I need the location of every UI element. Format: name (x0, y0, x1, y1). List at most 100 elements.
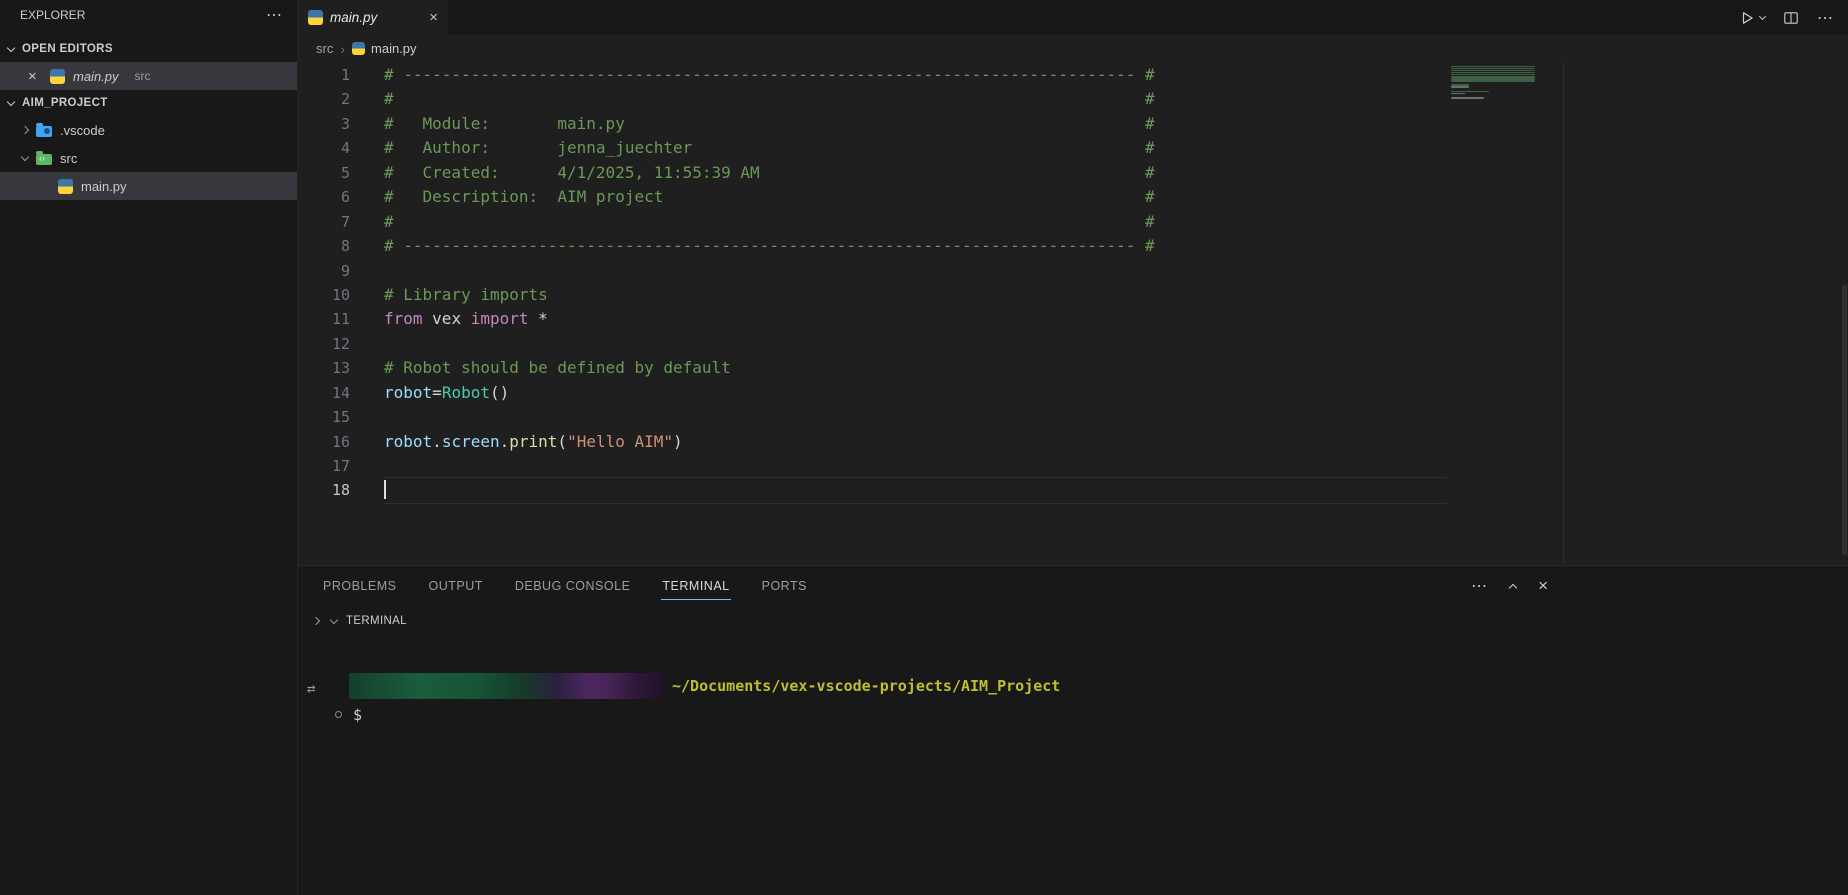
minimap[interactable] (1449, 65, 1545, 103)
panel-maximize-icon[interactable] (1509, 584, 1517, 592)
code-text[interactable]: # Module: main.py # (384, 112, 1155, 136)
panel-tab-output[interactable]: OUTPUT (427, 576, 483, 596)
chevron-down-icon (7, 43, 15, 51)
line-number[interactable]: 1 (298, 63, 350, 87)
editor-more-actions-icon[interactable]: ⋯ (1817, 8, 1834, 28)
terminal-device-sync-icon[interactable]: ⇄ (307, 681, 315, 697)
run-python-file-button[interactable] (1739, 10, 1765, 26)
line-number[interactable]: 4 (298, 136, 350, 160)
line-number[interactable]: 18 (298, 478, 350, 502)
code-text[interactable]: # # (384, 210, 1155, 234)
tree-item-mainpy-selected[interactable]: main.py (0, 172, 297, 200)
code-line[interactable]: 14 robot=Robot() (298, 381, 1848, 405)
scrollbar-thumb[interactable] (1842, 285, 1847, 555)
line-number[interactable]: 13 (298, 356, 350, 380)
close-icon[interactable]: × (429, 9, 438, 26)
line-number[interactable]: 6 (298, 185, 350, 209)
panel-tab-problems[interactable]: PROBLEMS (322, 576, 397, 596)
project-section-header[interactable]: AIM_PROJECT (0, 90, 297, 116)
code-line[interactable]: 17 (298, 454, 1848, 478)
code-text[interactable]: # Created: 4/1/2025, 11:55:39 AM # (384, 161, 1155, 185)
tab-label: main.py (330, 10, 377, 25)
line-number[interactable]: 11 (298, 307, 350, 331)
open-editor-filename: main.py (73, 69, 119, 84)
chevron-right-icon[interactable] (312, 617, 320, 625)
code-line[interactable]: 10 # Library imports (298, 283, 1848, 307)
code-text[interactable]: # Description: AIM project # (384, 185, 1155, 209)
code-line[interactable]: 15 (298, 405, 1848, 429)
line-number[interactable]: 8 (298, 234, 350, 258)
breadcrumb-folder[interactable]: src (316, 41, 333, 56)
line-number[interactable]: 2 (298, 87, 350, 111)
tree-item-src[interactable]: src (0, 144, 297, 172)
terminal-section-header: TERMINAL (298, 606, 1848, 636)
panel-tab-terminal[interactable]: TERMINAL (661, 576, 730, 596)
split-editor-icon[interactable] (1783, 10, 1799, 26)
explorer-more-icon[interactable]: ⋯ (266, 5, 283, 25)
code-text[interactable]: # Robot should be defined by default (384, 356, 731, 380)
code-line[interactable]: 7 # # (298, 210, 1848, 234)
line-number[interactable]: 3 (298, 112, 350, 136)
line-number[interactable]: 15 (298, 405, 350, 429)
code-text[interactable] (384, 478, 1447, 502)
code-line[interactable]: 2 # # (298, 87, 1848, 111)
code-line[interactable]: 12 (298, 332, 1848, 356)
close-icon[interactable]: × (28, 68, 42, 85)
line-number[interactable]: 12 (298, 332, 350, 356)
line-number[interactable]: 10 (298, 283, 350, 307)
code-text[interactable]: robot.screen.print("Hello AIM") (384, 430, 683, 454)
line-number[interactable]: 16 (298, 430, 350, 454)
tab-mainpy[interactable]: main.py × (298, 0, 448, 35)
code-text[interactable]: # --------------------------------------… (384, 234, 1155, 258)
minimap-line (1451, 86, 1469, 88)
code-text[interactable]: from vex import * (384, 307, 548, 331)
code-line[interactable]: 16 robot.screen.print("Hello AIM") (298, 430, 1848, 454)
terminal-banner-line: ~/Documents/vex-vscode-projects/AIM_Proj… (349, 673, 1848, 699)
code-line[interactable]: 5 # Created: 4/1/2025, 11:55:39 AM # (298, 161, 1848, 185)
panel-tab-ports[interactable]: PORTS (761, 576, 808, 596)
line-number[interactable]: 17 (298, 454, 350, 478)
line-number[interactable]: 9 (298, 259, 350, 283)
command-decoration-icon[interactable] (335, 711, 342, 718)
terminal-prompt-line[interactable]: $ (298, 704, 1848, 726)
breadcrumb-separator: › (340, 41, 345, 57)
code-text[interactable]: robot=Robot() (384, 381, 509, 405)
open-editor-item-mainpy[interactable]: × main.py src (0, 62, 297, 90)
vex-banner-graphic (349, 673, 663, 699)
terminal-cwd-path: ~/Documents/vex-vscode-projects/AIM_Proj… (672, 677, 1060, 695)
code-text[interactable]: # --------------------------------------… (384, 63, 1155, 87)
code-line[interactable]: 18 (298, 478, 1848, 502)
python-file-icon (50, 69, 65, 84)
panel-close-icon[interactable]: × (1538, 576, 1548, 596)
code-text[interactable]: # Library imports (384, 283, 548, 307)
line-number[interactable]: 7 (298, 210, 350, 234)
panel-tab-debug-console[interactable]: DEBUG CONSOLE (514, 576, 632, 596)
code-line[interactable]: 9 (298, 259, 1848, 283)
code-line[interactable]: 4 # Author: jenna_juechter # (298, 136, 1848, 160)
line-number[interactable]: 14 (298, 381, 350, 405)
chevron-down-icon (7, 97, 15, 105)
code-text[interactable]: # Author: jenna_juechter # (384, 136, 1155, 160)
panel-more-actions-icon[interactable]: ⋯ (1471, 576, 1488, 596)
code-line[interactable]: 11 from vex import * (298, 307, 1848, 331)
code-editor[interactable]: 1 # -------------------------------------… (298, 62, 1848, 565)
tree-item-vscode[interactable]: .vscode (0, 116, 297, 144)
chevron-right-icon (21, 126, 29, 134)
code-line[interactable]: 8 # -------------------------------------… (298, 234, 1848, 258)
breadcrumb-file[interactable]: main.py (352, 41, 417, 56)
explorer-title: EXPLORER (20, 8, 85, 22)
code-line[interactable]: 1 # -------------------------------------… (298, 63, 1848, 87)
code-text[interactable]: # # (384, 87, 1155, 111)
terminal-body[interactable]: ⇄ ~/Documents/vex-vscode-projects/AIM_Pr… (298, 673, 1848, 895)
terminal-title[interactable]: TERMINAL (331, 615, 407, 627)
breadcrumb-file-label: main.py (371, 41, 417, 56)
minimap-line (1451, 101, 1545, 103)
line-number[interactable]: 5 (298, 161, 350, 185)
code-area[interactable]: 1 # -------------------------------------… (298, 63, 1848, 503)
code-line[interactable]: 3 # Module: main.py # (298, 112, 1848, 136)
terminal-title-label: TERMINAL (346, 615, 407, 627)
code-line[interactable]: 6 # Description: AIM project # (298, 185, 1848, 209)
code-line[interactable]: 13 # Robot should be defined by default (298, 356, 1848, 380)
panel-tabs: PROBLEMS OUTPUT DEBUG CONSOLE TERMINAL PORTS (298, 566, 1848, 606)
open-editors-section-header[interactable]: OPEN EDITORS (0, 36, 297, 62)
